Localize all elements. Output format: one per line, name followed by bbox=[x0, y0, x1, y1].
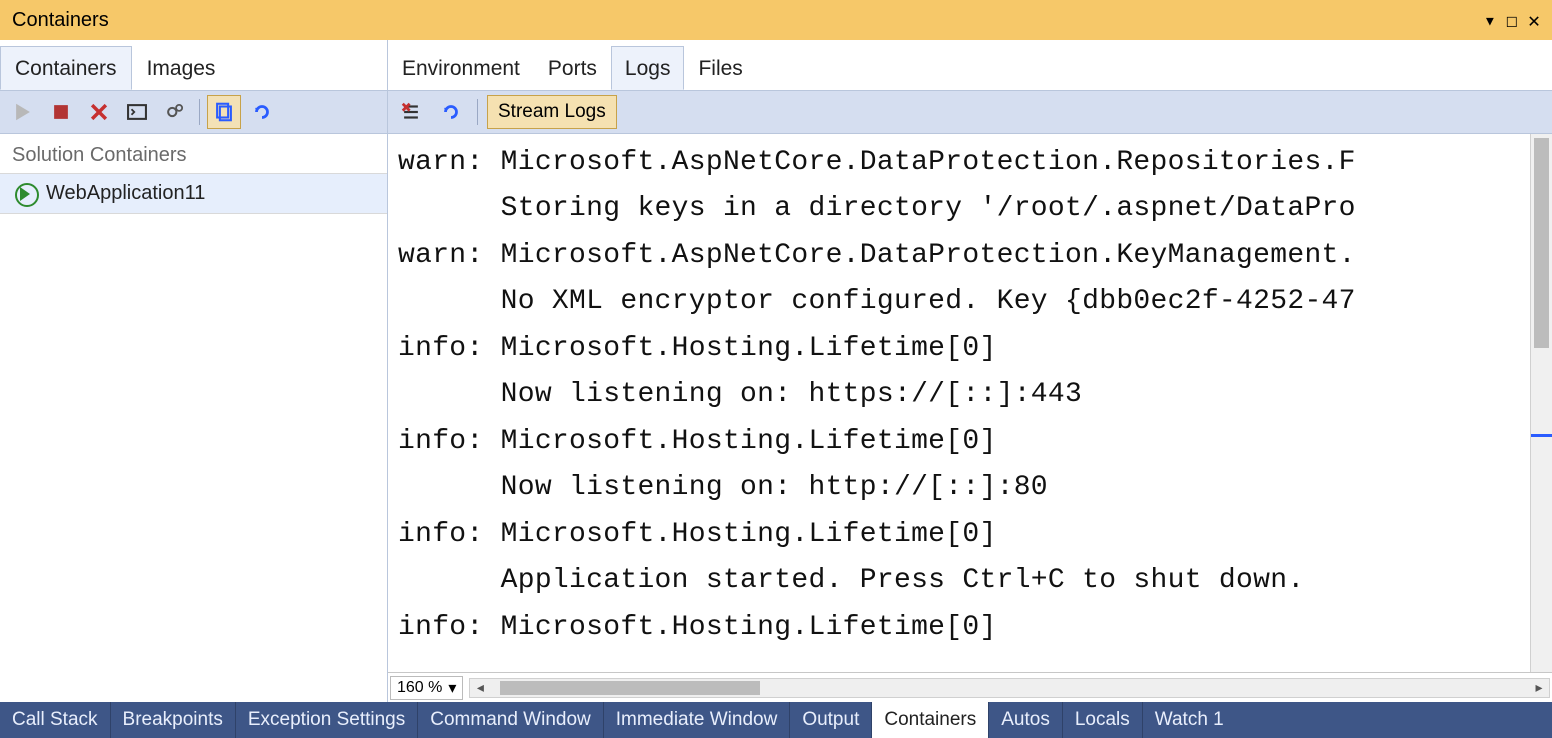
footer-tab-label: Containers bbox=[884, 709, 976, 731]
detail-tabs: Environment Ports Logs Files bbox=[388, 40, 1552, 90]
horizontal-scrollbar[interactable]: ◂ ▸ bbox=[469, 678, 1550, 698]
footer-tab-command-window[interactable]: Command Window bbox=[417, 702, 603, 738]
gear-icon bbox=[164, 101, 186, 123]
refresh-logs-button[interactable] bbox=[434, 95, 468, 129]
settings-button[interactable] bbox=[158, 95, 192, 129]
footer-tab-watch-1[interactable]: Watch 1 bbox=[1142, 702, 1236, 738]
tool-window-tabs: Call Stack Breakpoints Exception Settings C… bbox=[0, 702, 1552, 738]
main-area: Containers Images bbox=[0, 40, 1552, 702]
footer-tab-label: Exception Settings bbox=[248, 709, 405, 731]
left-tabs: Containers Images bbox=[0, 40, 387, 90]
clear-logs-button[interactable] bbox=[394, 95, 428, 129]
refresh-icon bbox=[251, 101, 273, 123]
footer-tab-label: Call Stack bbox=[12, 709, 98, 731]
play-button[interactable] bbox=[6, 95, 40, 129]
log-viewport: warn: Microsoft.AspNetCore.DataProtectio… bbox=[388, 134, 1552, 672]
left-panel: Containers Images bbox=[0, 40, 388, 702]
scroll-left-icon[interactable]: ◂ bbox=[470, 679, 490, 697]
footer-tab-output[interactable]: Output bbox=[789, 702, 871, 738]
tab-ports[interactable]: Ports bbox=[534, 46, 611, 90]
copy-icon bbox=[213, 101, 235, 123]
terminal-icon bbox=[126, 101, 148, 123]
footer-tab-label: Autos bbox=[1001, 709, 1050, 731]
vertical-scrollbar[interactable] bbox=[1530, 134, 1552, 672]
footer-tab-label: Locals bbox=[1075, 709, 1130, 731]
stop-button[interactable] bbox=[44, 95, 78, 129]
window-maximize-icon[interactable]: ☐ bbox=[1506, 8, 1518, 32]
toolbar-separator bbox=[477, 99, 478, 125]
window-close-icon[interactable]: ✕ bbox=[1528, 8, 1540, 32]
stream-logs-button[interactable]: Stream Logs bbox=[487, 95, 617, 129]
logs-toolbar: Stream Logs bbox=[388, 90, 1552, 134]
footer-tab-label: Breakpoints bbox=[123, 709, 223, 731]
window-titlebar: Containers ▾ ☐ ✕ bbox=[0, 0, 1552, 40]
refresh-button[interactable] bbox=[245, 95, 279, 129]
container-item-label: WebApplication11 bbox=[46, 182, 205, 205]
container-running-icon bbox=[12, 187, 38, 201]
footer-tab-label: Command Window bbox=[430, 709, 591, 731]
tab-label: Ports bbox=[548, 57, 597, 80]
terminal-button[interactable] bbox=[120, 95, 154, 129]
stream-logs-label: Stream Logs bbox=[498, 101, 606, 122]
containers-list: WebApplication11 bbox=[0, 174, 387, 702]
toolbar-separator bbox=[199, 99, 200, 125]
delete-button[interactable] bbox=[82, 95, 116, 129]
scrollbar-thumb[interactable] bbox=[1534, 138, 1549, 348]
right-panel: Environment Ports Logs Files Stream Logs bbox=[388, 40, 1552, 702]
tab-images[interactable]: Images bbox=[132, 46, 231, 90]
tab-files[interactable]: Files bbox=[684, 46, 756, 90]
log-content[interactable]: warn: Microsoft.AspNetCore.DataProtectio… bbox=[388, 134, 1530, 672]
scrollbar-thumb[interactable] bbox=[500, 681, 760, 695]
footer-tab-locals[interactable]: Locals bbox=[1062, 702, 1142, 738]
refresh-icon bbox=[440, 101, 462, 123]
zoom-value: 160 % bbox=[397, 679, 442, 697]
window-controls: ▾ ☐ ✕ bbox=[1484, 8, 1540, 32]
container-item[interactable]: WebApplication11 bbox=[0, 174, 387, 214]
chevron-down-icon: ▾ bbox=[448, 678, 456, 698]
tab-label: Images bbox=[147, 57, 216, 80]
scroll-right-icon[interactable]: ▸ bbox=[1529, 679, 1549, 697]
tab-label: Files bbox=[698, 57, 742, 80]
tab-label: Environment bbox=[402, 57, 520, 80]
tab-label: Logs bbox=[625, 57, 671, 80]
tab-environment[interactable]: Environment bbox=[388, 46, 534, 90]
tab-label: Containers bbox=[15, 57, 117, 80]
solution-containers-header: Solution Containers bbox=[0, 134, 387, 174]
footer-tab-label: Output bbox=[802, 709, 859, 731]
clear-icon bbox=[400, 101, 422, 123]
left-toolbar bbox=[0, 90, 387, 134]
play-icon bbox=[12, 101, 34, 123]
footer-tab-label: Immediate Window bbox=[616, 709, 778, 731]
window-title: Containers bbox=[12, 9, 109, 32]
scrollbar-marker bbox=[1531, 434, 1552, 437]
tab-logs[interactable]: Logs bbox=[611, 46, 685, 90]
window-dropdown-icon[interactable]: ▾ bbox=[1484, 8, 1496, 32]
footer-tab-immediate-window[interactable]: Immediate Window bbox=[603, 702, 790, 738]
stop-icon bbox=[50, 101, 72, 123]
delete-icon bbox=[88, 101, 110, 123]
footer-tab-breakpoints[interactable]: Breakpoints bbox=[110, 702, 235, 738]
footer-tab-call-stack[interactable]: Call Stack bbox=[0, 702, 110, 738]
editor-bottom-bar: 160 % ▾ ◂ ▸ bbox=[388, 672, 1552, 702]
footer-tab-autos[interactable]: Autos bbox=[988, 702, 1062, 738]
footer-tab-exception-settings[interactable]: Exception Settings bbox=[235, 702, 417, 738]
footer-tab-label: Watch 1 bbox=[1155, 709, 1224, 731]
tab-containers[interactable]: Containers bbox=[0, 46, 132, 90]
copy-button[interactable] bbox=[207, 95, 241, 129]
footer-tab-containers[interactable]: Containers bbox=[871, 702, 988, 738]
zoom-selector[interactable]: 160 % ▾ bbox=[390, 676, 463, 700]
